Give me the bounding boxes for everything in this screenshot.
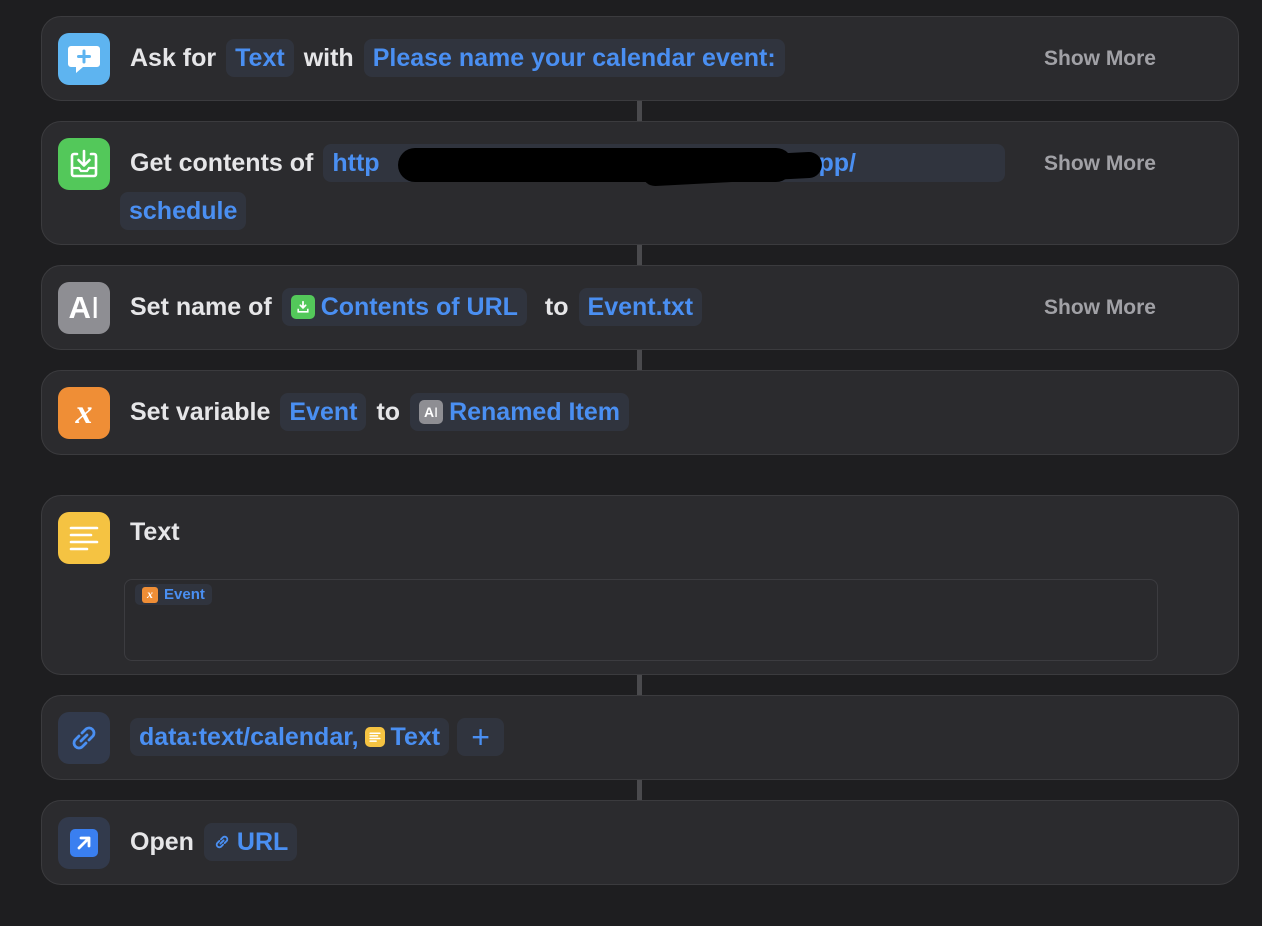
download-tray-icon bbox=[290, 295, 315, 319]
to-label: to bbox=[544, 292, 569, 321]
action-text[interactable]: Text x Event bbox=[41, 495, 1239, 675]
set-name-label: Set name of bbox=[130, 292, 272, 321]
connector bbox=[637, 349, 642, 371]
with-label: with bbox=[303, 43, 354, 72]
add-url-button[interactable]: + bbox=[457, 718, 505, 756]
renamed-item-variable-token[interactable]: AI Renamed Item bbox=[410, 393, 629, 431]
text-cursor-icon: AI bbox=[58, 282, 110, 334]
file-name-token[interactable]: Event.txt bbox=[578, 288, 703, 326]
url-token-continued[interactable]: schedule bbox=[120, 192, 247, 230]
show-more-button[interactable]: Show More bbox=[1044, 296, 1156, 320]
download-tray-icon bbox=[58, 138, 110, 190]
input-type-token[interactable]: Text bbox=[226, 39, 294, 77]
url-value-token[interactable]: data:text/calendar, Text bbox=[130, 718, 450, 756]
event-token-label: Event bbox=[164, 586, 205, 603]
action-set-variable[interactable]: x Set variable Event to AI Renamed Item bbox=[41, 370, 1239, 455]
show-more-button[interactable]: Show More bbox=[1044, 47, 1156, 71]
speech-bubble-plus-icon bbox=[58, 33, 110, 85]
prompt-token[interactable]: Please name your calendar event: bbox=[363, 39, 785, 77]
variable-x-icon: x bbox=[142, 586, 158, 603]
text-lines-icon bbox=[364, 727, 385, 747]
action-url[interactable]: data:text/calendar, Text + bbox=[41, 695, 1239, 780]
link-icon bbox=[58, 712, 110, 764]
text-cursor-icon: AI bbox=[419, 400, 444, 424]
ask-for-label: Ask for bbox=[130, 43, 217, 72]
link-icon bbox=[215, 835, 229, 849]
action-set-name[interactable]: AI Set name of Contents of URL to Event.… bbox=[41, 265, 1239, 350]
url-variable-token[interactable]: URL bbox=[203, 823, 298, 861]
url-text-start: http bbox=[332, 148, 380, 177]
text-action-title: Text bbox=[130, 518, 180, 546]
action-open-url[interactable]: Open URL bbox=[41, 800, 1239, 885]
show-more-button[interactable]: Show More bbox=[1044, 152, 1156, 176]
renamed-item-label: Renamed Item bbox=[449, 397, 620, 426]
text-content-field[interactable]: x Event bbox=[124, 579, 1158, 661]
contents-of-url-label: Contents of URL bbox=[320, 292, 518, 321]
connector bbox=[637, 100, 642, 122]
contents-of-url-variable-token[interactable]: Contents of URL bbox=[281, 288, 527, 326]
to-label: to bbox=[376, 397, 401, 426]
action-get-contents-of-url[interactable]: Get contents of http run.app/ schedule S… bbox=[41, 121, 1239, 245]
url-label: URL bbox=[236, 827, 289, 856]
connector bbox=[637, 674, 642, 696]
event-variable-token[interactable]: x Event bbox=[135, 584, 212, 605]
url-prefix-text: data:text/calendar, bbox=[139, 722, 359, 751]
variable-x-icon: x bbox=[58, 387, 110, 439]
variable-name-token[interactable]: Event bbox=[280, 393, 367, 431]
open-label: Open bbox=[130, 827, 194, 856]
open-arrow-icon bbox=[58, 817, 110, 869]
shortcut-editor: Ask for Text with Please name your calen… bbox=[0, 0, 1262, 926]
connector bbox=[637, 244, 642, 266]
connector bbox=[637, 779, 642, 801]
text-variable-label: Text bbox=[390, 722, 441, 751]
set-variable-label: Set variable bbox=[130, 397, 271, 426]
get-contents-label: Get contents of bbox=[130, 148, 314, 177]
text-lines-icon bbox=[58, 512, 110, 564]
action-ask-for-input[interactable]: Ask for Text with Please name your calen… bbox=[41, 16, 1239, 101]
